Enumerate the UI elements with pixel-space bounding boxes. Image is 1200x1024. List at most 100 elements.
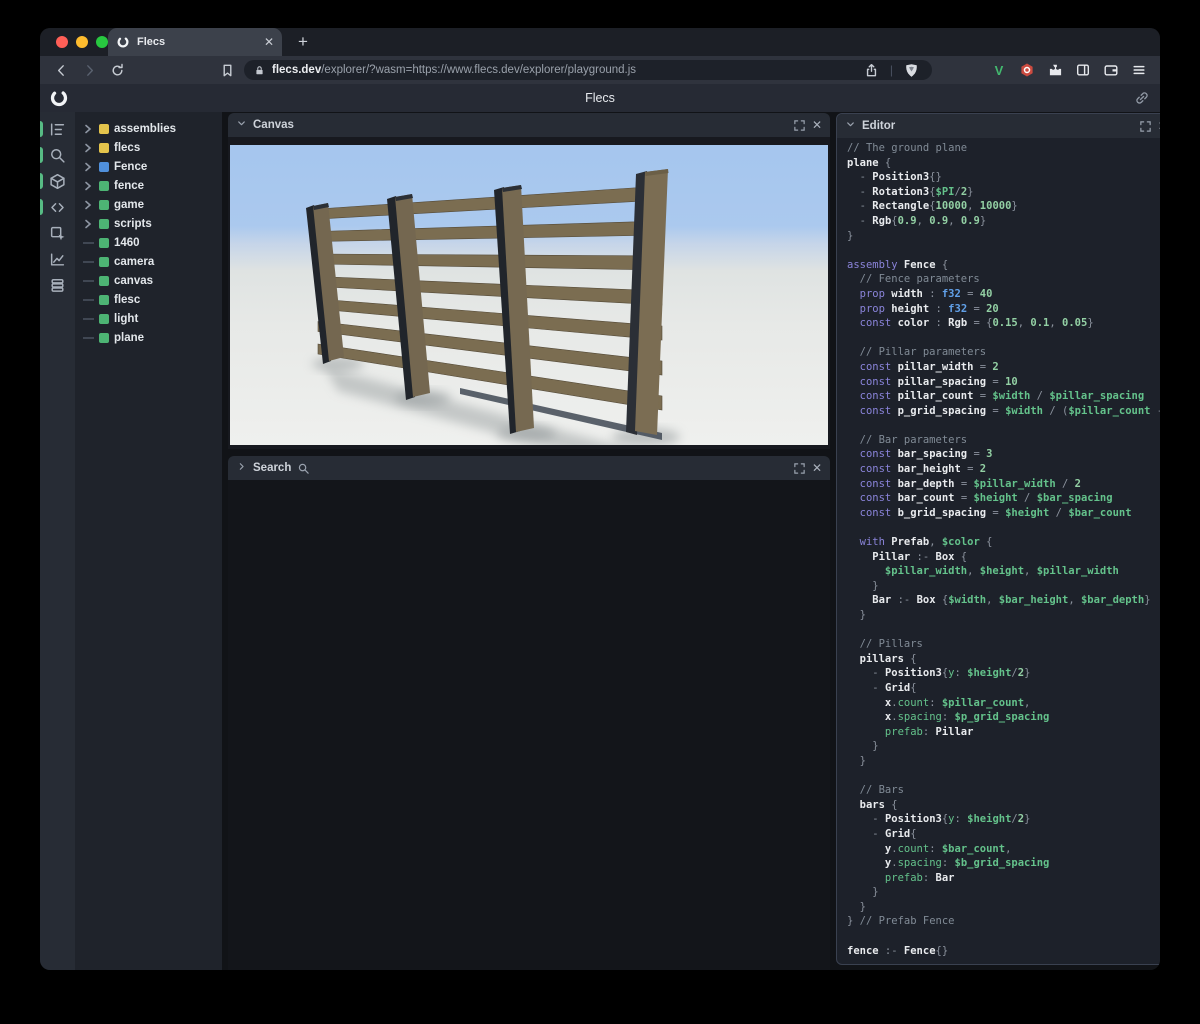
close-icon[interactable]: ✕	[812, 119, 822, 131]
zoom-window-button[interactable]	[96, 36, 108, 48]
active-panel-indicator	[40, 199, 43, 215]
expand-chevron-icon[interactable]	[82, 124, 94, 134]
tab-close-icon[interactable]: ✕	[264, 36, 274, 48]
tree-item-canvas[interactable]: canvas	[75, 271, 222, 290]
close-icon[interactable]: ✕	[812, 462, 822, 474]
iconbar-inspect-button[interactable]	[40, 220, 75, 246]
tree-item-label: game	[114, 199, 144, 211]
extensions-puzzle-icon[interactable]	[1044, 59, 1066, 81]
iconbar-outliner-button[interactable]	[40, 116, 75, 142]
entity-color-swatch	[99, 257, 109, 267]
tree-item-light[interactable]: light	[75, 309, 222, 328]
expand-chevron-icon[interactable]	[82, 200, 94, 210]
tree-item-label: flecs	[114, 142, 140, 154]
share-icon[interactable]	[861, 59, 883, 81]
canvas-panel-title: Canvas	[253, 119, 294, 131]
iconbar-stats-button[interactable]	[40, 246, 75, 272]
canvas-panel-header[interactable]: Canvas ✕	[228, 113, 830, 137]
expand-chevron-icon[interactable]	[82, 219, 94, 229]
tree-item-Fence[interactable]: Fence	[75, 157, 222, 176]
code-line: }	[847, 739, 1160, 754]
iconbar-search-button[interactable]	[40, 142, 75, 168]
sidebar-toggle-icon[interactable]	[1072, 59, 1094, 81]
back-button[interactable]	[50, 59, 72, 81]
chevron-down-icon[interactable]	[845, 117, 856, 135]
search-icon	[49, 147, 66, 164]
stats-icon	[49, 251, 66, 268]
search-panel-body	[228, 480, 830, 970]
url-text: flecs.dev/explorer/?wasm=https://www.fle…	[272, 64, 854, 76]
tree-item-label: plane	[114, 332, 144, 344]
tree-item-game[interactable]: game	[75, 195, 222, 214]
search-panel-header[interactable]: Search ✕	[228, 456, 830, 480]
code-line	[847, 623, 1160, 638]
center-column: Canvas ✕	[222, 112, 836, 970]
tree-item-flesc[interactable]: flesc	[75, 290, 222, 309]
menu-hamburger-icon[interactable]	[1128, 59, 1150, 81]
leaf-dash-icon	[83, 261, 94, 263]
url-path: /explorer/?wasm=https://www.flecs.dev/ex…	[321, 64, 636, 76]
window-controls	[56, 36, 108, 48]
tab-title: Flecs	[137, 36, 257, 48]
code-line: // Pillar parameters	[847, 345, 1160, 360]
code-line: } // Prefab Fence	[847, 914, 1160, 929]
code-line: with Prefab, $color {	[847, 535, 1160, 550]
tree-item-flecs[interactable]: flecs	[75, 138, 222, 157]
active-panel-indicator	[40, 173, 43, 189]
code-line: }	[847, 229, 1160, 244]
wallet-icon[interactable]	[1100, 59, 1122, 81]
code-line: const pillar_width = 2	[847, 360, 1160, 375]
chevron-down-icon[interactable]	[236, 116, 247, 134]
tree-item-1460[interactable]: 1460	[75, 233, 222, 252]
url-bar[interactable]: flecs.dev/explorer/?wasm=https://www.fle…	[244, 60, 932, 80]
code-line	[847, 418, 1160, 433]
lock-icon	[254, 65, 265, 76]
editor-code[interactable]: // The ground planeplane { - Position3{}…	[837, 138, 1160, 964]
brave-shield-icon[interactable]	[900, 59, 922, 81]
bookmark-icon[interactable]	[216, 59, 238, 81]
extension-hexagon-icon[interactable]	[1016, 59, 1038, 81]
code-line: // Pillars	[847, 637, 1160, 652]
forward-button[interactable]	[78, 59, 100, 81]
extension-v-icon[interactable]: V	[988, 59, 1010, 81]
new-tab-button[interactable]: +	[292, 31, 314, 53]
tree-item-plane[interactable]: plane	[75, 328, 222, 347]
iconbar-scene-button[interactable]	[40, 168, 75, 194]
search-icon	[297, 462, 310, 475]
close-icon[interactable]: ✕	[1158, 120, 1160, 132]
chevron-right-icon[interactable]	[236, 459, 247, 477]
leaf-dash-icon	[83, 318, 94, 320]
tree-item-camera[interactable]: camera	[75, 252, 222, 271]
expand-chevron-icon[interactable]	[82, 143, 94, 153]
tree-item-label: canvas	[114, 275, 153, 287]
reload-button[interactable]	[106, 59, 128, 81]
fullscreen-icon[interactable]	[793, 462, 806, 475]
code-line: }	[847, 754, 1160, 769]
entity-color-swatch	[99, 333, 109, 343]
code-line: }	[847, 885, 1160, 900]
leaf-dash-icon	[83, 280, 94, 282]
tree-item-scripts[interactable]: scripts	[75, 214, 222, 233]
entity-color-swatch	[99, 124, 109, 134]
link-icon[interactable]	[1134, 90, 1150, 106]
code-line: Bar :- Box {$width, $bar_height, $bar_de…	[847, 593, 1160, 608]
code-line: - Rotation3{$PI/2}	[847, 185, 1160, 200]
code-line: x.spacing: $p_grid_spacing	[847, 710, 1160, 725]
tree-item-label: light	[114, 313, 138, 325]
close-window-button[interactable]	[56, 36, 68, 48]
tree-item-assemblies[interactable]: assemblies	[75, 119, 222, 138]
code-line: const b_grid_spacing = $height / $bar_co…	[847, 506, 1160, 521]
expand-chevron-icon[interactable]	[82, 162, 94, 172]
tab-flecs[interactable]: Flecs ✕	[108, 28, 282, 56]
code-line: const bar_height = 2	[847, 462, 1160, 477]
editor-panel-header[interactable]: Editor ✕	[837, 114, 1160, 138]
code-line: const bar_spacing = 3	[847, 447, 1160, 462]
minimize-window-button[interactable]	[76, 36, 88, 48]
iconbar-queries-button[interactable]	[40, 272, 75, 298]
tree-item-fence[interactable]: fence	[75, 176, 222, 195]
fullscreen-icon[interactable]	[1139, 120, 1152, 133]
canvas-3d-view[interactable]	[230, 145, 828, 445]
iconbar-code-button[interactable]	[40, 194, 75, 220]
expand-chevron-icon[interactable]	[82, 181, 94, 191]
fullscreen-icon[interactable]	[793, 119, 806, 132]
